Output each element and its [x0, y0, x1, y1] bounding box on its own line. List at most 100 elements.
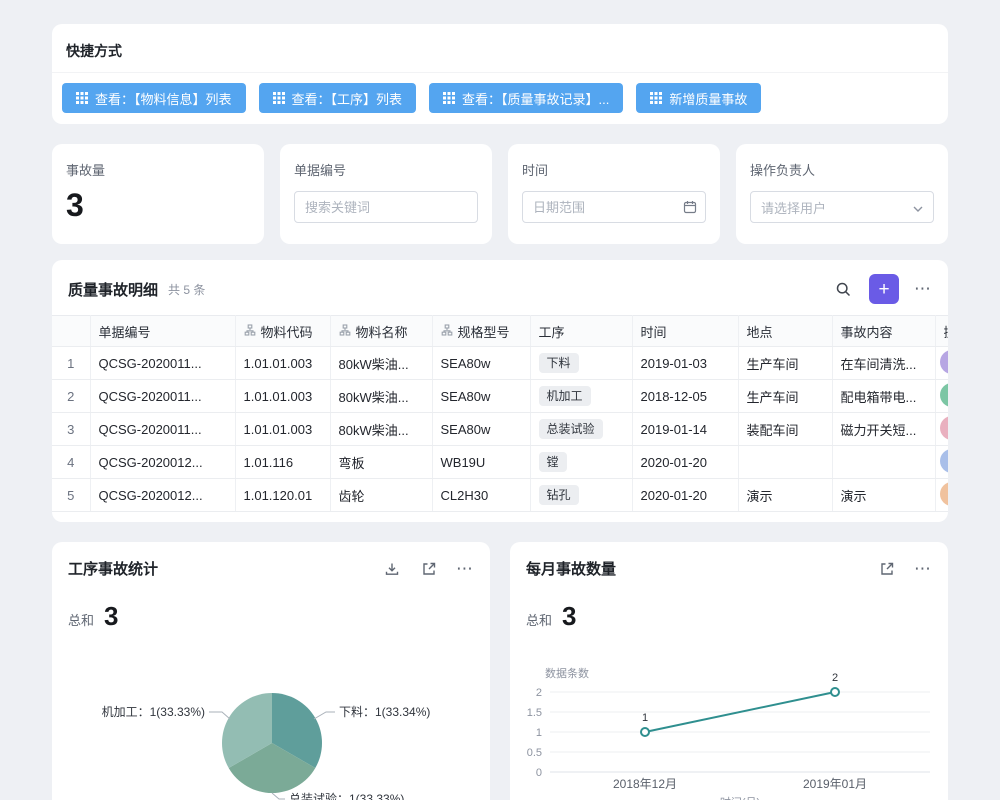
search-icon[interactable] [833, 279, 854, 300]
cell-operator [935, 446, 948, 479]
doc-number-label: 单据编号 [294, 160, 478, 179]
shortcut-view-process-list-button[interactable]: 查看：【工序】列表 [259, 83, 417, 113]
cell-time: 2019-01-03 [632, 347, 738, 380]
time-filter-card: 时间 [508, 144, 720, 244]
header-place[interactable]: 地点 [738, 316, 832, 347]
doc-number-filter-card: 单据编号 [280, 144, 492, 244]
grid-lines [550, 692, 930, 772]
y-tick: 0.5 [527, 747, 542, 759]
header-time[interactable]: 时间 [632, 316, 738, 347]
avatar [940, 383, 949, 407]
header-material-name[interactable]: 物料名称 [330, 316, 432, 347]
grid-icon [76, 92, 88, 104]
table-row[interactable]: 3 QCSG-2020011... 1.01.01.003 80kW柴油... … [52, 413, 948, 446]
process-tag: 钻孔 [539, 485, 579, 505]
grid-icon [273, 92, 285, 104]
pie-total-label: 总和 [68, 610, 94, 629]
table-row[interactable]: 2 QCSG-2020011... 1.01.01.003 80kW柴油... … [52, 380, 948, 413]
y-tick: 1 [536, 727, 542, 739]
cell-place: 生产车间 [738, 380, 832, 413]
operator-filter-card: 操作负责人 请选择用户 [736, 144, 948, 244]
add-record-button[interactable]: + [869, 274, 899, 304]
calendar-icon[interactable] [683, 200, 697, 219]
cell-time: 2020-01-20 [632, 479, 738, 512]
pie-total-value: 3 [104, 601, 118, 632]
shortcut-view-quality-records-button[interactable]: 查看：【质量事故记录】... [429, 83, 623, 113]
shortcut-new-quality-accident-button[interactable]: 新增质量事故 [636, 83, 761, 113]
row-number: 2 [52, 380, 90, 413]
process-tag: 总装试验 [539, 419, 603, 439]
pie-chart-title: 工序事故统计 [68, 558, 158, 579]
cell-spec: WB19U [432, 446, 530, 479]
pie-label-xialiao: 下料：1(33.34%) [339, 705, 430, 719]
header-operator[interactable]: 操作负责人 [935, 316, 948, 347]
table-count: 共 5 条 [168, 281, 205, 298]
pie-leader-line [314, 712, 335, 719]
line-more-button[interactable]: ⋯ [914, 559, 932, 579]
avatar [940, 449, 949, 473]
monthly-accident-chart-card: 每月事故数量 ⋯ 总和 3 数据条数 2 1.5 1 0.5 0 1 [510, 542, 948, 800]
cell-time: 2018-12-05 [632, 380, 738, 413]
monthly-line-chart: 数据条数 2 1.5 1 0.5 0 1 2 2018年12月 2019年01月… [510, 640, 948, 800]
data-point [641, 728, 649, 736]
line-chart-title: 每月事故数量 [526, 558, 616, 579]
shortcut-label: 查看：【工序】列表 [292, 89, 403, 108]
process-tag: 下料 [539, 353, 579, 373]
x-axis-title: 时间(月) [720, 796, 760, 800]
open-in-new-icon[interactable] [877, 559, 897, 579]
table-row[interactable]: 1 QCSG-2020011... 1.01.01.003 80kW柴油... … [52, 347, 948, 380]
pie-leader-line [272, 793, 285, 799]
shortcut-label: 查看：【物料信息】列表 [95, 89, 232, 108]
relation-icon [339, 324, 351, 339]
table-row[interactable]: 4 QCSG-2020012... 1.01.116 弯板 WB19U 镗 20… [52, 446, 948, 479]
pie-leader-line [209, 712, 230, 719]
line-total-value: 3 [562, 601, 576, 632]
shortcuts-card: 快捷方式 查看：【物料信息】列表 查看：【工序】列表 查看：【质量事故记录】..… [52, 24, 948, 124]
cell-place: 演示 [738, 479, 832, 512]
accident-count-label: 事故量 [66, 160, 250, 179]
operator-select-placeholder: 请选择用户 [761, 198, 826, 217]
avatar [940, 482, 949, 506]
cell-material-code: 1.01.01.003 [235, 413, 330, 446]
process-pie-chart: 机加工：1(33.33%) 下料：1(33.34%) 总装试验：1(33.33%… [52, 640, 490, 800]
cell-time: 2020-01-20 [632, 446, 738, 479]
header-content[interactable]: 事故内容 [832, 316, 935, 347]
row-number: 4 [52, 446, 90, 479]
shortcut-view-material-list-button[interactable]: 查看：【物料信息】列表 [62, 83, 246, 113]
process-tag: 机加工 [539, 386, 591, 406]
data-point [831, 688, 839, 696]
open-in-new-icon[interactable] [419, 559, 439, 579]
y-tick: 2 [536, 687, 542, 699]
date-range-input[interactable] [522, 191, 706, 223]
chevron-down-icon [913, 200, 923, 215]
process-tag: 镗 [539, 452, 567, 472]
cell-process: 下料 [530, 347, 632, 380]
cell-material-code: 1.01.120.01 [235, 479, 330, 512]
grid-icon [443, 92, 455, 104]
cell-doc-number: QCSG-2020012... [90, 446, 235, 479]
row-number: 3 [52, 413, 90, 446]
header-doc-number[interactable]: 单据编号 [90, 316, 235, 347]
cell-place [738, 446, 832, 479]
cell-time: 2019-01-14 [632, 413, 738, 446]
header-process[interactable]: 工序 [530, 316, 632, 347]
cell-spec: CL2H30 [432, 479, 530, 512]
cell-process: 钻孔 [530, 479, 632, 512]
table-more-button[interactable]: ⋯ [914, 279, 932, 299]
quality-accident-table-card: 质量事故明细 共 5 条 + ⋯ 单据编号 物料代码 物料名称 规格型号 工序 [52, 260, 948, 522]
cell-material-code: 1.01.01.003 [235, 380, 330, 413]
cell-place: 生产车间 [738, 347, 832, 380]
cell-process: 总装试验 [530, 413, 632, 446]
operator-select[interactable]: 请选择用户 [750, 191, 934, 223]
avatar [940, 350, 949, 374]
doc-number-search-input[interactable] [294, 191, 478, 223]
cell-place: 装配车间 [738, 413, 832, 446]
cell-material-name: 齿轮 [330, 479, 432, 512]
cell-content: 在车间清洗... [832, 347, 935, 380]
header-material-code[interactable]: 物料代码 [235, 316, 330, 347]
download-icon[interactable] [382, 559, 402, 579]
pie-more-button[interactable]: ⋯ [456, 559, 474, 579]
table-row[interactable]: 5 QCSG-2020012... 1.01.120.01 齿轮 CL2H30 … [52, 479, 948, 512]
header-spec[interactable]: 规格型号 [432, 316, 530, 347]
cell-doc-number: QCSG-2020012... [90, 479, 235, 512]
